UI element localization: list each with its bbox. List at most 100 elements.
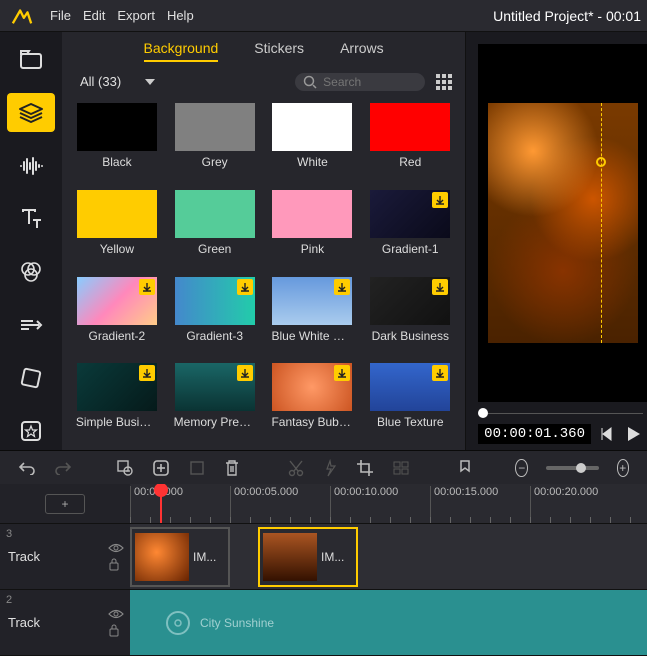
add-track-button[interactable]: + <box>45 494 85 514</box>
undo-button[interactable] <box>18 458 36 478</box>
track-header[interactable]: 3 Track <box>0 524 130 589</box>
asset-item[interactable]: White <box>268 103 358 184</box>
search-box[interactable] <box>295 73 425 91</box>
asset-thumbnail[interactable] <box>370 103 450 151</box>
download-badge-icon <box>139 365 155 381</box>
menu-file[interactable]: File <box>50 8 71 23</box>
asset-thumbnail[interactable] <box>77 190 157 238</box>
asset-item[interactable]: Red <box>365 103 455 184</box>
tab-background[interactable]: Background <box>144 40 219 62</box>
asset-item[interactable]: Black <box>72 103 162 184</box>
progress-start-dot[interactable] <box>478 408 488 418</box>
playhead[interactable] <box>160 484 162 524</box>
download-badge-icon <box>432 192 448 208</box>
asset-item[interactable]: Gradient-2 <box>72 277 162 358</box>
search-icon <box>303 75 317 89</box>
ruler-mark: 00:00:20.000 <box>530 486 598 524</box>
asset-thumbnail[interactable] <box>175 277 255 325</box>
tool-button-3[interactable] <box>188 458 206 478</box>
asset-thumbnail[interactable] <box>272 363 352 411</box>
asset-thumbnail[interactable] <box>77 277 157 325</box>
clip[interactable]: IM... <box>130 527 230 587</box>
play-button[interactable] <box>623 424 643 444</box>
asset-item[interactable]: Fantasy Bubble <box>268 363 358 444</box>
asset-item[interactable]: Dark Business <box>365 277 455 358</box>
asset-item[interactable]: Memory Presentation <box>170 363 260 444</box>
clip-label: IM... <box>321 550 344 564</box>
eye-icon[interactable] <box>108 543 124 553</box>
media-rail-button[interactable] <box>7 40 55 79</box>
audio-clip[interactable]: City Sunshine <box>160 590 647 655</box>
asset-thumbnail[interactable] <box>370 190 450 238</box>
asset-item[interactable]: Blue Texture <box>365 363 455 444</box>
menu-export[interactable]: Export <box>117 8 155 23</box>
asset-thumbnail[interactable] <box>175 190 255 238</box>
zoom-out-button[interactable]: − <box>515 459 528 477</box>
menu-help[interactable]: Help <box>167 8 194 23</box>
category-dropdown[interactable]: All (33) <box>74 72 161 91</box>
asset-label: Fantasy Bubble <box>271 415 353 429</box>
crop-button[interactable] <box>356 458 374 478</box>
speed-button[interactable] <box>322 458 338 478</box>
clip[interactable]: IM... <box>258 527 358 587</box>
filters-rail-button[interactable] <box>7 252 55 291</box>
asset-thumbnail[interactable] <box>272 103 352 151</box>
ruler-mark: 00:00:15.000 <box>430 486 498 524</box>
menu-edit[interactable]: Edit <box>83 8 105 23</box>
delete-button[interactable] <box>224 458 240 478</box>
track-number: 3 <box>6 528 12 540</box>
track-content[interactable]: IM... IM... <box>130 524 647 589</box>
asset-label: Simple Business <box>76 415 158 429</box>
tool-button-8[interactable] <box>392 458 410 478</box>
download-badge-icon <box>432 279 448 295</box>
add-button[interactable] <box>152 458 170 478</box>
asset-item[interactable]: Green <box>170 190 260 271</box>
redo-button[interactable] <box>54 458 72 478</box>
marker-button[interactable] <box>458 458 472 478</box>
asset-thumbnail[interactable] <box>77 103 157 151</box>
timeline-ruler[interactable]: 00:00.00000:00:05.00000:00:10.00000:00:1… <box>130 484 647 524</box>
tab-arrows[interactable]: Arrows <box>340 40 384 62</box>
search-input[interactable] <box>323 75 413 89</box>
grid-view-icon[interactable] <box>435 73 453 91</box>
asset-item[interactable]: Grey <box>170 103 260 184</box>
asset-item[interactable]: Gradient-3 <box>170 277 260 358</box>
elements-rail-button[interactable] <box>7 358 55 397</box>
track-header[interactable]: 2 Track <box>0 590 130 655</box>
preview-viewport[interactable] <box>478 44 647 402</box>
asset-thumbnail[interactable] <box>370 277 450 325</box>
eye-icon[interactable] <box>108 609 124 619</box>
track-content[interactable]: City Sunshine <box>130 590 647 655</box>
asset-item[interactable]: Blue White Clouds <box>268 277 358 358</box>
track-name: Track <box>8 549 40 564</box>
text-rail-button[interactable] <box>7 199 55 238</box>
zoom-in-button[interactable]: + <box>617 459 630 477</box>
tool-button-1[interactable] <box>116 458 134 478</box>
asset-thumbnail[interactable] <box>272 190 352 238</box>
progress-bar[interactable] <box>488 413 643 414</box>
audio-rail-button[interactable] <box>7 146 55 185</box>
prev-frame-button[interactable] <box>599 426 615 442</box>
lock-icon[interactable] <box>108 557 120 571</box>
zoom-slider[interactable] <box>546 466 599 470</box>
asset-thumbnail[interactable] <box>370 363 450 411</box>
asset-thumbnail[interactable] <box>77 363 157 411</box>
layers-rail-button[interactable] <box>7 93 55 132</box>
lock-icon[interactable] <box>108 623 120 637</box>
asset-label: Blue Texture <box>369 415 451 429</box>
asset-thumbnail[interactable] <box>175 103 255 151</box>
asset-item[interactable]: Simple Business <box>72 363 162 444</box>
favorites-rail-button[interactable] <box>7 411 55 450</box>
asset-thumbnail[interactable] <box>272 277 352 325</box>
cut-button[interactable] <box>288 458 304 478</box>
asset-label: Dark Business <box>369 329 451 343</box>
asset-item[interactable]: Pink <box>268 190 358 271</box>
audio-clip-label: City Sunshine <box>200 616 274 630</box>
asset-item[interactable]: Gradient-1 <box>365 190 455 271</box>
asset-thumbnail[interactable] <box>175 363 255 411</box>
asset-label: Gradient-2 <box>76 329 158 343</box>
asset-item[interactable]: Yellow <box>72 190 162 271</box>
transitions-rail-button[interactable] <box>7 305 55 344</box>
tab-stickers[interactable]: Stickers <box>254 40 304 62</box>
preview-handle[interactable] <box>596 157 606 167</box>
